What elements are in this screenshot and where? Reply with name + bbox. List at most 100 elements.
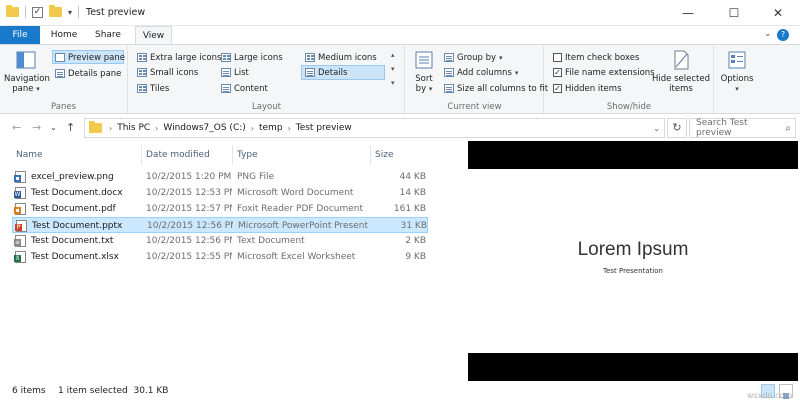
column-header-type[interactable]: Type [237, 145, 258, 165]
slide-bottom-band [468, 353, 798, 381]
tab-share[interactable]: Share [88, 26, 128, 44]
medium-icons-icon [305, 53, 315, 62]
customize-toolbar-chevron-icon[interactable]: ▾ [68, 8, 72, 17]
navigation-pane-button[interactable]: Navigation pane ▾ [4, 49, 50, 94]
tab-file[interactable]: File [0, 26, 40, 44]
layout-details[interactable]: Details [305, 66, 347, 79]
breadcrumb-test-preview[interactable]: Test preview [296, 123, 352, 133]
file-row[interactable]: ▪ excel_preview.png 10/2/2015 1:20 PM PNG F… [12, 169, 428, 185]
file-date-modified: 10/2/2015 12:53 PM [146, 188, 232, 198]
file-row[interactable]: W Test Document.docx 10/2/2015 12:53 PM Mic… [12, 185, 428, 201]
up-arrow-icon[interactable]: ↑ [66, 121, 75, 134]
file-name: Test Document.pptx [32, 221, 123, 231]
new-folder-icon[interactable] [49, 5, 62, 17]
hidden-items-toggle[interactable]: ✓ Hidden items [553, 82, 622, 95]
tab-home[interactable]: Home [46, 26, 82, 44]
address-bar[interactable]: › This PC › Windows7_OS (C:) › temp › Te… [84, 118, 665, 138]
layout-medium-icons[interactable]: Medium icons [305, 51, 377, 64]
search-input[interactable]: Search Test preview ⌕ [689, 118, 796, 138]
group-by-label: Group by [457, 52, 497, 63]
layout-list[interactable]: List [221, 66, 249, 79]
minimize-button[interactable]: — [666, 0, 710, 26]
breadcrumb-drive[interactable]: Windows7_OS (C:) [163, 123, 245, 133]
file-date-modified: 10/2/2015 12:57 PM [146, 204, 232, 214]
refresh-button[interactable]: ↻ [667, 118, 687, 138]
breadcrumb-separator-icon[interactable]: › [288, 124, 291, 133]
file-row[interactable]: P Test Document.pptx 10/2/2015 12:56 PM Mic… [12, 217, 428, 233]
navigation-bar: ← → ⌄ ↑ › This PC › Windows7_OS (C:) › t… [0, 115, 800, 141]
column-divider[interactable] [232, 145, 233, 165]
file-type-badge: ≡ [14, 239, 21, 246]
back-arrow-icon[interactable]: ← [12, 121, 21, 134]
hidden-items-checkbox[interactable]: ✓ [553, 84, 562, 93]
column-header-size[interactable]: Size [375, 145, 393, 165]
layout-option-label: Large icons [234, 52, 283, 63]
layout-more-icon[interactable]: ▾ [391, 79, 395, 87]
properties-icon[interactable]: ✓ [32, 6, 43, 18]
file-row[interactable]: ≡ Test Document.txt 10/2/2015 12:56 PM Text… [12, 233, 428, 249]
hide-selected-items-button[interactable]: Hide selected items [651, 49, 711, 94]
breadcrumb-temp[interactable]: temp [259, 123, 283, 133]
help-icon[interactable]: ? [777, 29, 789, 41]
dropdown-arrow-icon: ▾ [499, 53, 503, 62]
add-columns-button[interactable]: Add columns ▾ [444, 66, 518, 79]
layout-content[interactable]: Content [221, 82, 268, 95]
layout-extra-large-icons[interactable]: Extra large icons [137, 51, 221, 64]
layout-small-icons[interactable]: Small icons [137, 66, 198, 79]
layout-scroll-down-icon[interactable]: ▾ [391, 65, 395, 73]
options-button[interactable]: Options ▾ [717, 49, 757, 94]
items-count: 6 items [12, 386, 46, 396]
layout-option-label: Content [234, 83, 268, 94]
slide-top-band [468, 141, 798, 169]
breadcrumb-separator-icon[interactable]: › [155, 124, 158, 133]
size-all-columns-button[interactable]: Size all columns to fit [444, 82, 548, 95]
column-divider[interactable] [370, 145, 371, 165]
column-header-name[interactable]: Name [16, 145, 43, 165]
folder-icon [89, 121, 102, 133]
maximize-button[interactable]: ☐ [712, 0, 756, 26]
file-name-extensions-toggle[interactable]: ✓ File name extensions [553, 66, 655, 79]
file-date-modified: 10/2/2015 12:55 PM [146, 252, 232, 262]
tab-view[interactable]: View [135, 26, 172, 45]
extra-large-icons-icon [137, 53, 147, 62]
file-type: Microsoft Excel Worksheet [237, 252, 356, 262]
recent-locations-chevron-icon[interactable]: ⌄ [50, 123, 57, 132]
layout-option-label: Extra large icons [150, 52, 222, 63]
group-by-button[interactable]: Group by ▾ [444, 51, 503, 64]
layout-large-icons[interactable]: Large icons [221, 51, 283, 64]
expand-ribbon-chevron-icon[interactable]: ⌄ [764, 29, 772, 39]
layout-scroll-up-icon[interactable]: ▴ [391, 51, 395, 59]
dropdown-arrow-icon: ▾ [514, 68, 519, 77]
breadcrumb-separator-icon[interactable]: › [251, 124, 254, 133]
breadcrumb-this-pc[interactable]: This PC [117, 123, 150, 133]
close-button[interactable]: ✕ [756, 0, 800, 26]
layout-tiles[interactable]: Tiles [137, 82, 169, 95]
file-type-badge: ▪ [14, 207, 21, 214]
breadcrumb-separator-icon[interactable]: › [109, 124, 112, 133]
file-name-extensions-checkbox[interactable]: ✓ [553, 68, 562, 77]
file-size: 31 KB [400, 221, 427, 231]
watermark: wsxdn.com [747, 391, 793, 400]
excel-file-icon: X [14, 251, 26, 263]
preview-pane-button[interactable]: Preview pane [55, 51, 125, 64]
file-size: 44 KB [399, 172, 426, 182]
column-header-date[interactable]: Date modified [146, 145, 210, 165]
file-size: 14 KB [399, 188, 426, 198]
file-row[interactable]: X Test Document.xlsx 10/2/2015 12:55 PM Mic… [12, 249, 428, 265]
window-title: Test preview [86, 7, 146, 18]
file-name: excel_preview.png [31, 172, 114, 182]
column-divider[interactable] [141, 145, 142, 165]
details-pane-button[interactable]: Details pane [55, 67, 121, 80]
image-file-icon: ▪ [14, 171, 26, 183]
group-label-show-hide: Show/hide [606, 102, 652, 112]
file-type-badge: P [15, 224, 22, 231]
item-check-boxes-checkbox[interactable] [553, 53, 562, 62]
navigation-pane-label: Navigation pane [4, 74, 50, 94]
layout-option-label: Details [318, 67, 348, 78]
sort-by-button[interactable]: Sort by ▾ [410, 49, 438, 94]
address-history-chevron-icon[interactable]: ⌄ [653, 124, 660, 133]
item-check-boxes-toggle[interactable]: Item check boxes [553, 51, 639, 64]
preview-pane: Lorem Ipsum Test Presentation [468, 141, 800, 381]
file-row[interactable]: ▪ Test Document.pdf 10/2/2015 12:57 PM Foxi… [12, 201, 428, 217]
forward-arrow-icon[interactable]: → [32, 121, 41, 134]
